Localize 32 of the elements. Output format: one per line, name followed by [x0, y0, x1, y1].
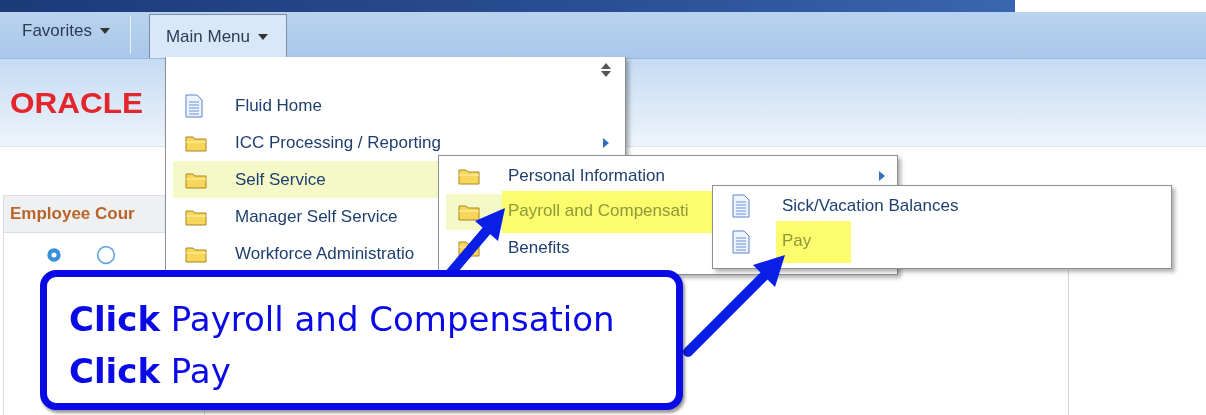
document-icon — [185, 93, 203, 118]
caret-icon — [99, 28, 110, 34]
menu-item-label: Fluid Home — [235, 95, 322, 116]
nav-tab[interactable]: Favorites — [0, 12, 124, 58]
menu-item[interactable]: ICC Processing / Reporting — [173, 124, 625, 161]
document-icon — [732, 230, 750, 254]
menu-item-label: Self Service — [235, 169, 326, 190]
menu-item-label: Personal Information — [508, 166, 665, 186]
menu-item-label: Sick/Vacation Balances — [782, 196, 959, 216]
caret-icon — [258, 33, 269, 40]
menu-item-label: ICC Processing / Reporting — [235, 132, 441, 153]
menu-item-label: Benefits — [508, 238, 570, 258]
folder-icon — [185, 170, 207, 189]
document-icon — [732, 194, 750, 218]
menu-item[interactable]: Fluid Home — [173, 87, 625, 124]
folder-icon — [458, 167, 480, 185]
logo: ORACLE — [10, 85, 143, 120]
menu-item-label: Pay — [776, 221, 852, 263]
menu-item-label: Manager Self Service — [235, 206, 398, 227]
submenu-arrow-icon — [603, 137, 609, 148]
callout-text: Click Payroll and Compensation — [69, 298, 616, 341]
nav-tab[interactable]: Main Menu — [148, 14, 287, 58]
scroll-arrows-icon[interactable] — [601, 63, 611, 77]
callout-text: Click Pay — [69, 350, 232, 393]
help-icon[interactable] — [96, 245, 116, 265]
menu-item[interactable]: Benefits — [446, 230, 718, 266]
menu-item-label: Workforce Administratio — [235, 243, 415, 264]
submenu-arrow-icon — [879, 171, 885, 181]
folder-icon — [458, 203, 480, 221]
folder-icon — [185, 244, 207, 263]
folder-icon — [185, 133, 207, 152]
folder-icon — [185, 207, 207, 226]
